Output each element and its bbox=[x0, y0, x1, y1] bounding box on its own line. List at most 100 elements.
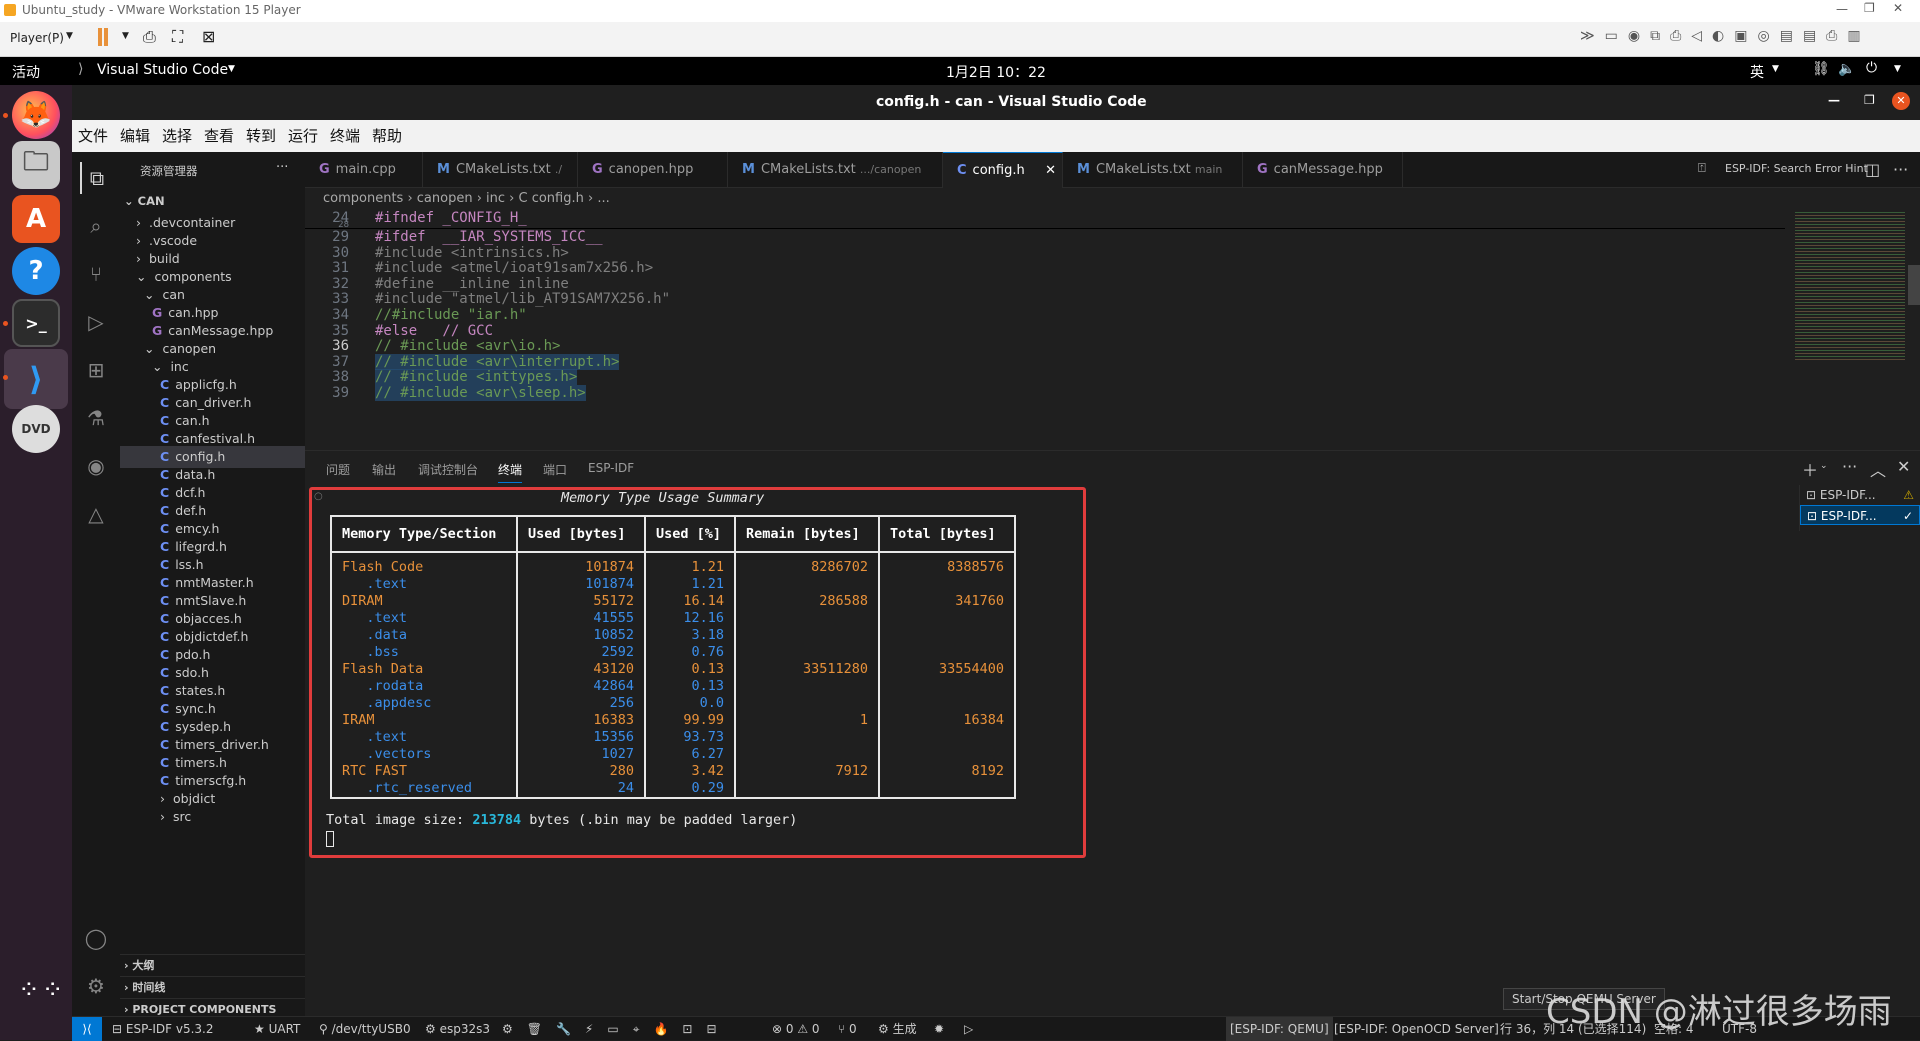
tab-label: CMakeLists.txt bbox=[1095, 162, 1191, 177]
app-menu[interactable]: Visual Studio Code bbox=[97, 62, 228, 78]
split-editor-icon[interactable]: ◫ bbox=[1865, 160, 1880, 179]
firefox-icon[interactable]: 🦊 bbox=[12, 91, 60, 139]
terminal-cursor[interactable] bbox=[326, 831, 334, 847]
close-icon[interactable]: ✕ bbox=[1893, 1, 1903, 15]
vscode-icon[interactable]: ⟩ bbox=[4, 349, 68, 409]
chevron-down-icon[interactable]: ▼ bbox=[1772, 64, 1779, 74]
fullscreen-icon[interactable]: ⛶ bbox=[172, 27, 183, 47]
minimize-icon[interactable]: — bbox=[1828, 93, 1840, 107]
serial-port[interactable]: ⚲ /dev/ttyUSB0 bbox=[319, 1017, 411, 1041]
close-icon[interactable]: ✕ bbox=[1045, 153, 1056, 189]
device-icons[interactable]: ≫▭◉⧉⎙◁◐▣◎▤▤⎙▥ bbox=[1580, 28, 1871, 44]
maximize-panel-icon[interactable]: ︿ bbox=[1870, 457, 1886, 481]
tab-canopen-hpp[interactable]: Gcanopen.hpp bbox=[578, 152, 728, 188]
menu-go[interactable]: 转到 bbox=[246, 125, 276, 146]
activities-button[interactable]: 活动 bbox=[12, 62, 40, 82]
menu-help[interactable]: 帮助 bbox=[372, 125, 402, 146]
menu-selection[interactable]: 选择 bbox=[162, 125, 192, 146]
code-editor[interactable]: 24 #ifndef _CONFIG_H_ 28 29 #ifdef __IAR_SYS… bbox=[305, 210, 1920, 450]
timeline-section[interactable]: › 时间线 bbox=[120, 976, 305, 998]
remote-icon[interactable]: ⟩⟨ bbox=[72, 1017, 102, 1041]
espressif-icon[interactable]: ◉ bbox=[80, 450, 112, 482]
tab-main-cpp[interactable]: Gmain.cpp bbox=[305, 152, 423, 188]
run-icon[interactable]: ▷ bbox=[964, 1017, 973, 1041]
unity-icon[interactable]: ⊠ bbox=[202, 27, 215, 46]
software-icon[interactable]: A bbox=[12, 195, 60, 243]
help-icon[interactable]: ? bbox=[12, 247, 60, 295]
chevron-down-icon[interactable]: ▼ bbox=[228, 64, 235, 74]
power-icon[interactable]: ⏻ bbox=[1866, 60, 1877, 76]
account-icon[interactable]: ◯ bbox=[80, 922, 112, 954]
panel-tab-ports[interactable]: 端口 bbox=[543, 461, 567, 478]
explorer-icon[interactable]: ⧉ bbox=[80, 162, 112, 194]
pause-icon[interactable] bbox=[98, 28, 108, 46]
total-value: 213784 bbox=[472, 812, 522, 828]
close-panel-icon[interactable]: ✕ bbox=[1897, 457, 1910, 476]
chevron-down-icon[interactable]: ▼ bbox=[1894, 64, 1901, 74]
menu-edit[interactable]: 编辑 bbox=[120, 125, 150, 146]
search-icon[interactable]: ⌕ bbox=[80, 210, 112, 242]
build-button[interactable]: ⚙ 生成 bbox=[878, 1017, 917, 1041]
chevron-down-icon[interactable]: ⌄ bbox=[1820, 461, 1828, 471]
menu-terminal[interactable]: 终端 bbox=[330, 125, 360, 146]
testing-icon[interactable]: ⚗ bbox=[80, 402, 112, 434]
search-error-hint-icon[interactable]: ⍐ bbox=[1698, 161, 1706, 176]
chevron-down-icon[interactable]: ▼ bbox=[122, 31, 129, 41]
panel-tab-terminal[interactable]: 终端 bbox=[498, 461, 523, 483]
scrollbar[interactable] bbox=[1908, 265, 1920, 305]
ports-count[interactable]: ⑂ 0 bbox=[838, 1017, 857, 1041]
more-actions-icon[interactable]: ··· bbox=[1842, 457, 1857, 476]
send-ctrl-alt-del-icon[interactable]: ⎙ bbox=[143, 27, 156, 47]
idf-icon[interactable]: △ bbox=[80, 498, 112, 530]
tab-config-h[interactable]: Cconfig.h ✕ bbox=[943, 152, 1063, 188]
search-error-hint[interactable]: ESP-IDF: Search Error Hint bbox=[1725, 162, 1868, 175]
terminal-icon[interactable]: >_ bbox=[12, 299, 60, 347]
player-menu[interactable]: Player(P) bbox=[10, 31, 64, 45]
menu-view[interactable]: 查看 bbox=[204, 125, 234, 146]
run-debug-icon[interactable]: ▷ bbox=[80, 306, 112, 338]
tree-item[interactable]: › src bbox=[160, 806, 191, 828]
volume-icon[interactable]: 🔈 bbox=[1838, 61, 1855, 77]
more-actions-icon[interactable]: ··· bbox=[276, 160, 288, 175]
idf-action-icons[interactable]: ⚙🗑🔧⚡▭⌖🔥⊡⊟ bbox=[502, 1017, 731, 1041]
input-method[interactable]: 英 bbox=[1750, 62, 1764, 82]
terminal-item-1[interactable]: ⊡ ESP-IDF... ⚠ bbox=[1800, 485, 1920, 505]
tab-cmakelists-root[interactable]: M CMakeLists.txt ./ bbox=[423, 152, 578, 188]
files-icon[interactable]: 🗀 bbox=[12, 141, 60, 189]
panel-tab-debug-console[interactable]: 调试控制台 bbox=[418, 461, 478, 478]
network-icon[interactable]: ⛓ bbox=[1812, 61, 1830, 77]
gear-icon[interactable]: ⚙ bbox=[80, 970, 112, 1002]
minimize-icon[interactable]: — bbox=[1836, 2, 1848, 16]
qemu-status[interactable]: [ESP-IDF: QEMU] bbox=[1226, 1017, 1333, 1041]
source-control-icon[interactable]: ⑂ bbox=[80, 258, 112, 290]
menu-run[interactable]: 运行 bbox=[288, 125, 318, 146]
tab-cmakelists-canopen[interactable]: M CMakeLists.txt .../canopen bbox=[728, 152, 943, 188]
openocd-status[interactable]: [ESP-IDF: OpenOCD Server] bbox=[1334, 1017, 1499, 1041]
tree-root[interactable]: ⌄ CAN bbox=[124, 190, 165, 212]
panel-tab-problems[interactable]: 问题 bbox=[326, 461, 350, 478]
clock[interactable]: 1月2日 10：22 bbox=[946, 62, 1046, 82]
target-chip[interactable]: ⚙ esp32s3 bbox=[425, 1017, 490, 1041]
problems-count[interactable]: ⊗ 0 ⚠ 0 bbox=[772, 1017, 820, 1041]
menu-file[interactable]: 文件 bbox=[78, 125, 108, 146]
minimap[interactable] bbox=[1795, 210, 1905, 360]
breadcrumb[interactable]: components › canopen › inc › C config.h … bbox=[305, 188, 1920, 210]
outline-section[interactable]: › 大纲 bbox=[120, 954, 305, 976]
uart-mode[interactable]: ★ UART bbox=[254, 1017, 300, 1041]
panel-tab-output[interactable]: 输出 bbox=[372, 461, 396, 478]
new-terminal-icon[interactable]: ＋ bbox=[1802, 457, 1818, 481]
dvd-icon[interactable]: DVD bbox=[12, 405, 60, 453]
extensions-icon[interactable]: ⊞ bbox=[80, 354, 112, 386]
terminal-item-2[interactable]: ⊡ ESP-IDF... ✓ bbox=[1800, 505, 1920, 525]
tab-cmakelists-main[interactable]: M CMakeLists.txt main bbox=[1063, 152, 1243, 188]
idf-version[interactable]: ⊟ ESP-IDF v5.3.2 bbox=[112, 1017, 214, 1041]
tab-canmessage-hpp[interactable]: GcanMessage.hpp bbox=[1243, 152, 1403, 188]
maximize-icon[interactable]: ❐ bbox=[1864, 93, 1875, 107]
panel-tab-esp-idf[interactable]: ESP-IDF bbox=[588, 461, 634, 475]
close-icon[interactable]: ✕ bbox=[1892, 92, 1910, 110]
show-apps-icon[interactable]: ⁘⁘ bbox=[18, 977, 66, 1003]
more-actions-icon[interactable]: ··· bbox=[1893, 160, 1908, 179]
restore-icon[interactable]: ❐ bbox=[1864, 1, 1875, 15]
chevron-down-icon[interactable]: ▼ bbox=[66, 31, 73, 41]
debug-icon[interactable]: ✹ bbox=[934, 1017, 944, 1041]
